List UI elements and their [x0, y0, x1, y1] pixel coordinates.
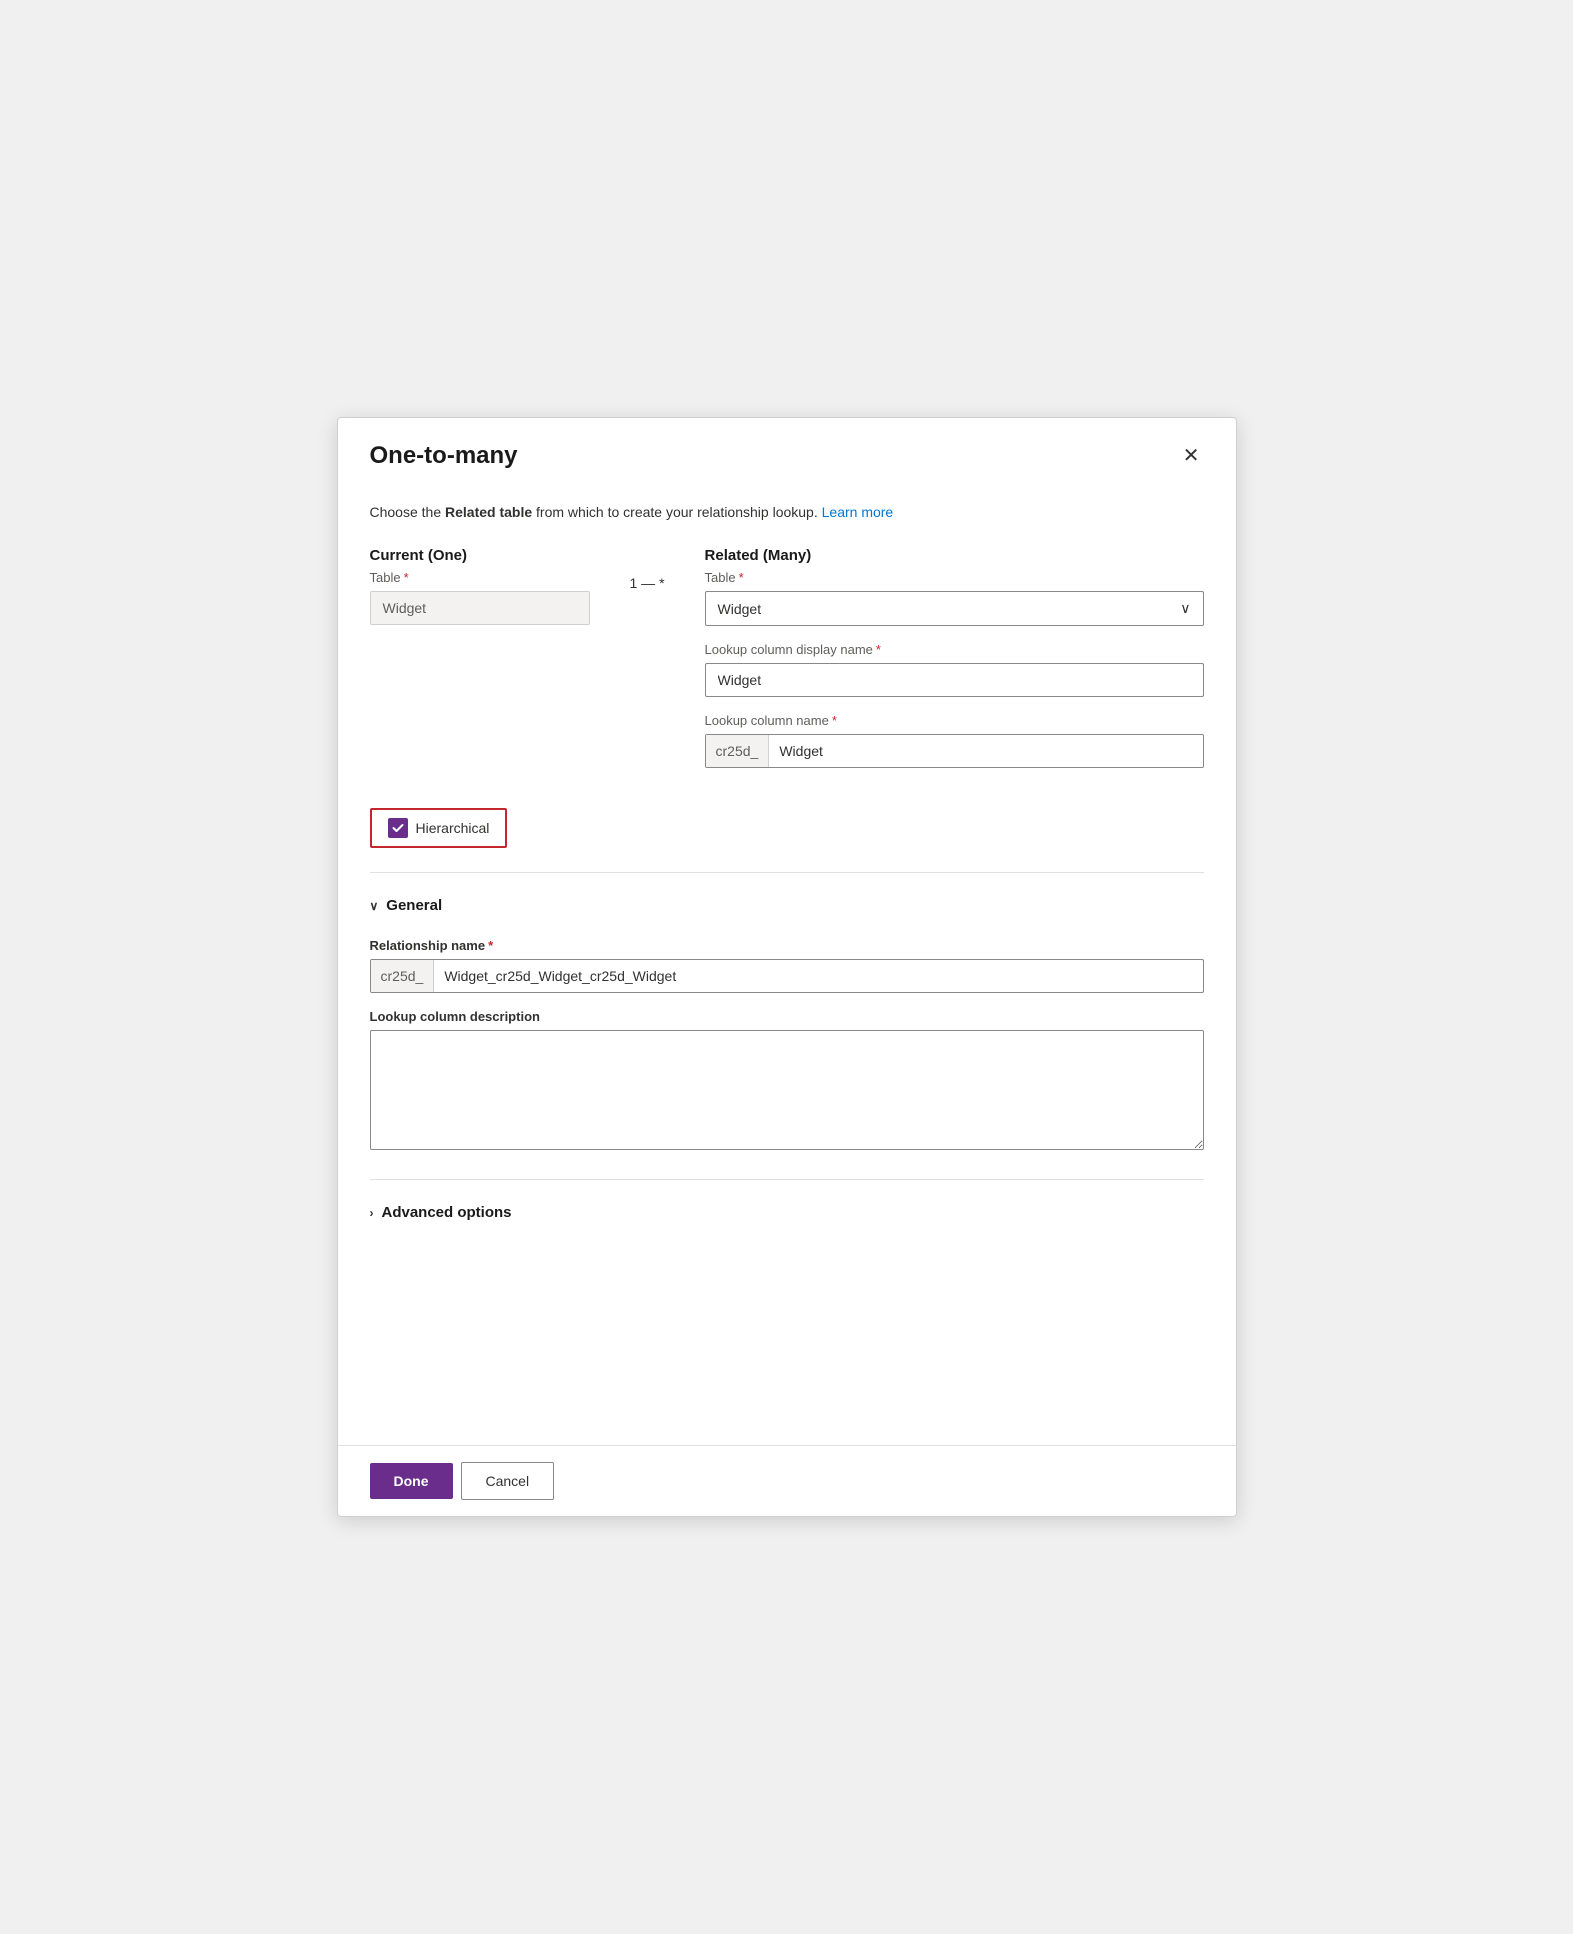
general-section-header[interactable]: ∨ General [370, 889, 1204, 922]
dialog-header: One-to-many ✕ [338, 418, 1236, 486]
dialog-body: Choose the Related table from which to c… [338, 486, 1236, 1445]
lookup-description-label: Lookup column description [370, 1009, 1204, 1024]
divider-2 [370, 1179, 1204, 1180]
lookup-display-field: Lookup column display name* [705, 642, 1204, 697]
lookup-name-input[interactable] [769, 735, 1202, 767]
chevron-right-icon: › [370, 1206, 374, 1220]
columns-row: Current (One) Table* Widget 1 — * Relate… [370, 547, 1204, 784]
dialog-title: One-to-many [370, 442, 518, 470]
description-text: Choose the Related table from which to c… [370, 502, 1204, 523]
current-header: Current (One) [370, 547, 590, 564]
hierarchical-label: Hierarchical [416, 820, 490, 836]
related-section: Related (Many) Table* Widget ∨ Lookup co… [705, 547, 1204, 784]
divider-1 [370, 872, 1204, 873]
related-table-dropdown[interactable]: Widget ∨ [705, 591, 1204, 626]
related-header: Related (Many) [705, 547, 1204, 564]
close-button[interactable]: ✕ [1179, 442, 1204, 470]
general-section: ∨ General Relationship name* cr25d_ Look… [370, 889, 1204, 1155]
lookup-description-textarea[interactable] [370, 1030, 1204, 1150]
close-icon: ✕ [1183, 446, 1200, 466]
lookup-name-field: Lookup column name* cr25d_ [705, 713, 1204, 768]
advanced-options-section: › Advanced options [370, 1196, 1204, 1229]
lookup-display-label: Lookup column display name* [705, 642, 1204, 657]
relationship-name-prefix: cr25d_ [371, 960, 435, 992]
relationship-name-label: Relationship name* [370, 938, 1204, 953]
one-to-many-dialog: One-to-many ✕ Choose the Related table f… [337, 417, 1237, 1517]
advanced-options-header[interactable]: › Advanced options [370, 1196, 1204, 1229]
cancel-button[interactable]: Cancel [461, 1462, 555, 1500]
hierarchical-checkbox [388, 818, 408, 838]
lookup-name-input-wrapper: cr25d_ [705, 734, 1204, 768]
relationship-name-input-wrapper: cr25d_ [370, 959, 1204, 993]
lookup-name-prefix: cr25d_ [706, 735, 770, 767]
related-table-field: Table* Widget ∨ [705, 570, 1204, 626]
general-section-content: Relationship name* cr25d_ Lookup column … [370, 938, 1204, 1155]
current-table-label: Table* [370, 570, 590, 585]
hierarchical-checkbox-label[interactable]: Hierarchical [370, 808, 508, 848]
relationship-arrow: 1 — * [630, 547, 665, 601]
lookup-description-field: Lookup column description [370, 1009, 1204, 1155]
relationship-name-field: Relationship name* cr25d_ [370, 938, 1204, 993]
checkmark-icon [392, 822, 404, 834]
lookup-name-label: Lookup column name* [705, 713, 1204, 728]
current-section: Current (One) Table* Widget [370, 547, 590, 625]
related-table-label: Table* [705, 570, 1204, 585]
done-button[interactable]: Done [370, 1463, 453, 1499]
chevron-down-icon: ∨ [370, 899, 379, 913]
relationship-name-input[interactable] [434, 960, 1202, 992]
chevron-down-icon: ∨ [1180, 600, 1190, 617]
dialog-footer: Done Cancel [338, 1445, 1236, 1516]
hierarchical-section: Hierarchical [370, 808, 1204, 848]
lookup-display-input[interactable] [705, 663, 1204, 697]
learn-more-link[interactable]: Learn more [822, 504, 894, 520]
current-table-input: Widget [370, 591, 590, 625]
